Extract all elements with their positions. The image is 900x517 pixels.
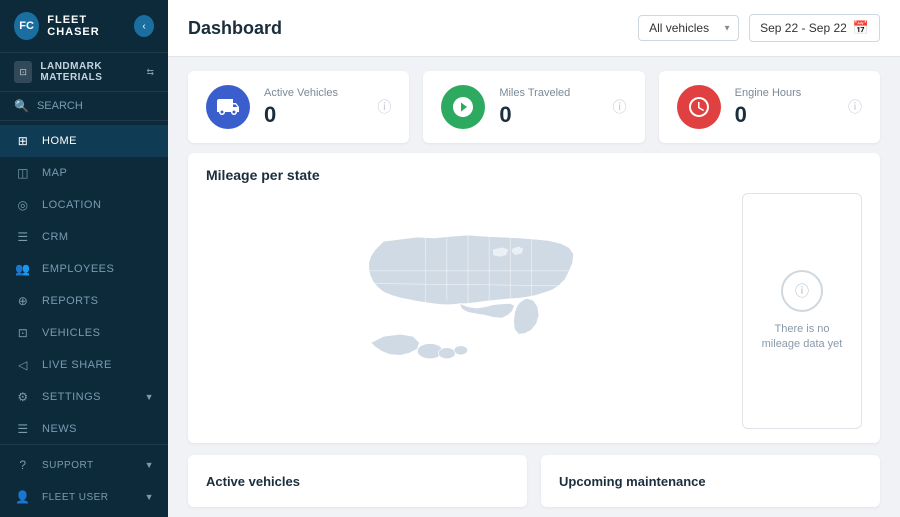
logo-area: FC FLEET CHASER ‹ bbox=[0, 0, 168, 53]
page-title: Dashboard bbox=[188, 18, 282, 39]
search-label: SEARCH bbox=[37, 100, 83, 112]
sidebar-item-label: HOME bbox=[42, 135, 77, 147]
sidebar: FC FLEET CHASER ‹ ⊡ LANDMARK MATERIALS ⇆… bbox=[0, 0, 168, 517]
sidebar-item-label: REPORTS bbox=[42, 295, 98, 307]
settings-arrow-icon: ▼ bbox=[145, 392, 154, 402]
news-icon: ☰ bbox=[14, 422, 32, 436]
stats-row: Active Vehicles 0 ⓘ Miles Traveled 0 ⓘ bbox=[168, 57, 900, 153]
active-vehicles-info: Active Vehicles 0 bbox=[264, 87, 363, 128]
nav-items: ⊞ HOME ◫ MAP ◎ LOCATION ☰ CRM 👥 EMPLOYEE… bbox=[0, 121, 168, 444]
no-data-text: There is no mileage data yet bbox=[759, 322, 845, 353]
support-icon: ? bbox=[14, 458, 32, 472]
usa-map-svg bbox=[258, 216, 678, 406]
miles-traveled-info-icon[interactable]: ⓘ bbox=[613, 97, 627, 117]
vehicles-select-wrapper[interactable]: All vehicles bbox=[638, 15, 739, 41]
sidebar-item-label: SUPPORT bbox=[42, 460, 94, 471]
settings-icon: ⚙ bbox=[14, 390, 32, 404]
logo-icon: FC bbox=[14, 12, 39, 40]
sidebar-item-home[interactable]: ⊞ HOME bbox=[0, 125, 168, 157]
sidebar-item-employees[interactable]: 👥 EMPLOYEES bbox=[0, 253, 168, 285]
employees-icon: 👥 bbox=[14, 262, 32, 276]
sidebar-item-label: LIVE SHARE bbox=[42, 359, 112, 371]
calendar-icon: 📅 bbox=[853, 20, 869, 36]
engine-hours-label: Engine Hours bbox=[735, 87, 834, 99]
sidebar-item-crm[interactable]: ☰ CRM bbox=[0, 221, 168, 253]
live-share-icon: ◁ bbox=[14, 358, 32, 372]
date-range-text: Sep 22 - Sep 22 bbox=[760, 21, 847, 35]
miles-traveled-icon bbox=[441, 85, 485, 129]
stat-card-engine-hours: Engine Hours 0 ⓘ bbox=[659, 71, 880, 143]
date-range-picker[interactable]: Sep 22 - Sep 22 📅 bbox=[749, 14, 880, 42]
bottom-row: Active vehicles Upcoming maintenance bbox=[188, 455, 880, 507]
usa-map-area bbox=[206, 193, 730, 429]
active-vehicles-label: Active Vehicles bbox=[264, 87, 363, 99]
mileage-map-card: Mileage per state bbox=[188, 153, 880, 443]
sidebar-item-live-share[interactable]: ◁ LIVE SHARE bbox=[0, 349, 168, 381]
sidebar-item-label: MAP bbox=[42, 167, 67, 179]
collapse-button[interactable]: ‹ bbox=[134, 15, 154, 37]
sidebar-item-label: EMPLOYEES bbox=[42, 263, 114, 275]
engine-hours-icon bbox=[677, 85, 721, 129]
main-header: Dashboard All vehicles Sep 22 - Sep 22 📅 bbox=[168, 0, 900, 57]
active-vehicles-section-title: Active vehicles bbox=[206, 474, 300, 489]
sidebar-item-support[interactable]: ? SUPPORT ▼ bbox=[0, 449, 168, 481]
stat-card-active-vehicles: Active Vehicles 0 ⓘ bbox=[188, 71, 409, 143]
location-icon: ◎ bbox=[14, 198, 32, 212]
sidebar-bottom: ? SUPPORT ▼ 👤 FLEET USER ▼ bbox=[0, 444, 168, 517]
home-icon: ⊞ bbox=[14, 134, 32, 148]
sidebar-item-label: NEWS bbox=[42, 423, 77, 435]
engine-hours-value: 0 bbox=[735, 102, 834, 128]
sidebar-item-settings[interactable]: ⚙ SETTINGS ▼ bbox=[0, 381, 168, 413]
active-vehicles-info-icon[interactable]: ⓘ bbox=[377, 97, 391, 117]
main-content: Dashboard All vehicles Sep 22 - Sep 22 📅… bbox=[168, 0, 900, 517]
no-data-icon: ⓘ bbox=[781, 270, 823, 312]
stat-card-miles-traveled: Miles Traveled 0 ⓘ bbox=[423, 71, 644, 143]
sidebar-item-label: VEHICLES bbox=[42, 327, 100, 339]
sidebar-item-label: CRM bbox=[42, 231, 69, 243]
content-area: Mileage per state bbox=[168, 153, 900, 517]
fleet-user-icon: 👤 bbox=[14, 490, 32, 504]
sidebar-item-location[interactable]: ◎ LOCATION bbox=[0, 189, 168, 221]
header-controls: All vehicles Sep 22 - Sep 22 📅 bbox=[638, 14, 880, 42]
org-name: LANDMARK MATERIALS bbox=[40, 61, 146, 83]
sidebar-item-reports[interactable]: ⊕ REPORTS bbox=[0, 285, 168, 317]
crm-icon: ☰ bbox=[14, 230, 32, 244]
app-name: FLEET CHASER bbox=[47, 14, 134, 38]
org-row[interactable]: ⊡ LANDMARK MATERIALS ⇆ bbox=[0, 53, 168, 92]
support-arrow-icon: ▼ bbox=[145, 460, 154, 470]
map-card-title: Mileage per state bbox=[206, 167, 862, 183]
active-vehicles-value: 0 bbox=[264, 102, 363, 128]
reports-icon: ⊕ bbox=[14, 294, 32, 308]
upcoming-maintenance-card: Upcoming maintenance bbox=[541, 455, 880, 507]
search-row[interactable]: 🔍 SEARCH bbox=[0, 92, 168, 121]
search-icon: 🔍 bbox=[14, 99, 29, 113]
map-content: ⓘ There is no mileage data yet bbox=[206, 193, 862, 429]
map-icon: ◫ bbox=[14, 166, 32, 180]
miles-traveled-value: 0 bbox=[499, 102, 598, 128]
org-arrow-icon: ⇆ bbox=[146, 67, 154, 78]
engine-hours-info: Engine Hours 0 bbox=[735, 87, 834, 128]
vehicles-icon: ⊡ bbox=[14, 326, 32, 340]
sidebar-item-label: FLEET USER bbox=[42, 492, 109, 503]
no-data-box: ⓘ There is no mileage data yet bbox=[742, 193, 862, 429]
fleet-user-arrow-icon: ▼ bbox=[145, 492, 154, 502]
sidebar-item-fleet-user[interactable]: 👤 FLEET USER ▼ bbox=[0, 481, 168, 513]
upcoming-maintenance-section-title: Upcoming maintenance bbox=[559, 474, 706, 489]
miles-traveled-label: Miles Traveled bbox=[499, 87, 598, 99]
sidebar-item-news[interactable]: ☰ NEWS bbox=[0, 413, 168, 444]
engine-hours-info-icon[interactable]: ⓘ bbox=[848, 97, 862, 117]
miles-traveled-info: Miles Traveled 0 bbox=[499, 87, 598, 128]
sidebar-item-label: SETTINGS bbox=[42, 391, 101, 403]
org-icon: ⊡ bbox=[14, 61, 32, 83]
sidebar-item-map[interactable]: ◫ MAP bbox=[0, 157, 168, 189]
active-vehicles-icon bbox=[206, 85, 250, 129]
sidebar-item-label: LOCATION bbox=[42, 199, 101, 211]
sidebar-item-vehicles[interactable]: ⊡ VEHICLES bbox=[0, 317, 168, 349]
active-vehicles-card: Active vehicles bbox=[188, 455, 527, 507]
vehicles-select[interactable]: All vehicles bbox=[638, 15, 739, 41]
